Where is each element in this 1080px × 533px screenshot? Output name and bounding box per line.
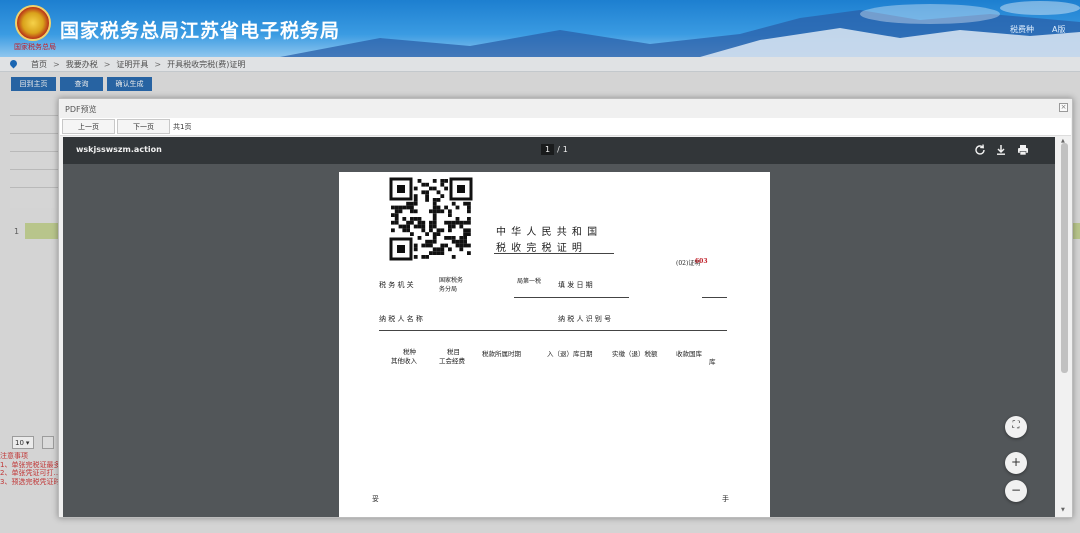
tax-authority-value: 国家税务 <box>439 277 464 284</box>
chevron-down-icon: ▾ <box>25 438 30 447</box>
current-page-input[interactable]: 1 <box>541 144 555 155</box>
doc-title-certificate: 税 收 完 税 证 明 <box>496 243 583 254</box>
dialog-title: PDF预览 <box>65 105 97 114</box>
dialog-scrollbar[interactable]: ▲ ▼ <box>1058 137 1072 517</box>
total-pages: 共1页 <box>173 123 192 131</box>
notes-title: 注意事项 <box>0 452 28 460</box>
page-size-value: 10 <box>15 438 24 447</box>
breadcrumb-separator: > <box>53 59 60 69</box>
viewer-toolbar: wskjsswszm.action 1 / 1 <box>63 137 1055 164</box>
notes-line: 1、单张完税证最多… <box>0 460 60 469</box>
issue-date-label: 填 发 日 期 <box>558 281 593 289</box>
location-pin-icon <box>10 60 17 69</box>
top-link-version[interactable]: A版 <box>1052 24 1065 35</box>
dialog-toolbar: 上一页 下一页 共1页 <box>60 118 1071 136</box>
tax-authority-value: 务分局 <box>439 286 458 293</box>
doc-title-country: 中 华 人 民 共 和 国 <box>496 227 599 238</box>
table-row-selected[interactable] <box>25 223 61 239</box>
breadcrumb: 首页 > 我要办税 > 证明开具 > 开具税收完税(费)证明 <box>0 57 1080 72</box>
viewer-page-indicator: 1 / 1 <box>541 144 568 155</box>
top-link-tax[interactable]: 税费种 <box>1010 24 1034 35</box>
close-icon[interactable]: × <box>1059 103 1068 112</box>
col-period: 税款所属时期 <box>482 350 521 358</box>
national-emblem-icon <box>15 5 51 41</box>
zoom-out-button[interactable]: − <box>1005 480 1027 502</box>
pdf-preview-dialog: PDF预览 × 上一页 下一页 共1页 wskjsswszm.action 1 … <box>58 98 1073 518</box>
pdf-page: 中 华 人 民 共 和 国 税 收 完 税 证 明 (02)证明 603 税 务… <box>339 172 770 517</box>
total-page-count: 1 <box>562 145 568 154</box>
page-separator: / <box>557 145 560 154</box>
pdf-filename: wskjsswszm.action <box>76 145 162 154</box>
table-row-index: 1 <box>14 227 20 236</box>
breadcrumb-separator: > <box>103 59 111 69</box>
title-underline <box>494 253 614 254</box>
print-icon[interactable] <box>1016 143 1030 157</box>
query-button[interactable]: 查询 <box>60 77 103 91</box>
col-date: 入（退）库日期 <box>547 350 593 358</box>
results-table <box>10 98 62 208</box>
notes-panel: 注意事项 1、单张完税证最多… 2、单张凭证可打… 3、预选完税凭证时… <box>0 452 60 486</box>
notes-line: 2、单张凭证可打… <box>0 469 60 477</box>
date-line <box>514 297 629 298</box>
next-page-button[interactable]: 下一页 <box>117 119 170 134</box>
taxpayer-line <box>379 330 727 331</box>
taxpayer-name-label: 纳 税 人 名 称 <box>379 315 423 323</box>
zoom-in-button[interactable]: + <box>1005 452 1027 474</box>
col-treasury: 收款国库 <box>676 350 702 358</box>
breadcrumb-certificate[interactable]: 证明开具 <box>116 59 148 70</box>
rotate-icon[interactable] <box>973 143 987 157</box>
col-amount: 实缴（退）税额 <box>612 350 658 358</box>
pdf-viewer: wskjsswszm.action 1 / 1 中 华 人 民 共 和 国 税 … <box>63 137 1055 517</box>
tax-authority-label: 税 务 机 关 <box>379 281 414 289</box>
breadcrumb-current: 开具税收完税(费)证明 <box>167 59 246 69</box>
qr-code-icon <box>389 177 473 261</box>
scroll-thumb[interactable] <box>1061 143 1068 373</box>
col-tax-type-value: 其他收入 <box>391 357 417 365</box>
footer-left-text: 妥 <box>372 495 379 503</box>
footer-right-text: 手 <box>722 495 729 503</box>
first-page-button[interactable] <box>42 436 54 449</box>
taxpayer-id-label: 纳 税 人 识 别 号 <box>558 315 612 323</box>
col-treasury-value: 库 <box>709 358 716 366</box>
emblem-caption: 国家税务总局 <box>14 43 56 51</box>
col-item-value: 工会经费 <box>439 357 465 365</box>
breadcrumb-home[interactable]: 首页 <box>31 59 47 70</box>
tax-authority-extra: 局第一税 <box>517 278 542 285</box>
cert-number: 603 <box>695 258 708 265</box>
site-title: 国家税务总局江苏省电子税务局 <box>60 20 341 42</box>
back-home-button[interactable]: 回到主页 <box>11 77 56 91</box>
download-icon[interactable] <box>994 143 1008 157</box>
scroll-down-icon[interactable]: ▼ <box>1061 507 1065 513</box>
breadcrumb-tax[interactable]: 我要办税 <box>66 59 98 70</box>
site-header: 国家税务总局 国家税务总局江苏省电子税务局 税费种 A版 <box>0 0 1080 57</box>
confirm-generate-button[interactable]: 确认生成 <box>107 77 152 91</box>
prev-page-button[interactable]: 上一页 <box>62 119 115 134</box>
fit-page-icon[interactable]: ⛶ <box>1005 416 1027 438</box>
page-size-select[interactable]: 10 ▾ <box>12 436 34 449</box>
notes-line: 3、预选完税凭证时… <box>0 477 60 486</box>
date-line-end <box>702 297 727 298</box>
breadcrumb-separator: > <box>154 59 162 69</box>
